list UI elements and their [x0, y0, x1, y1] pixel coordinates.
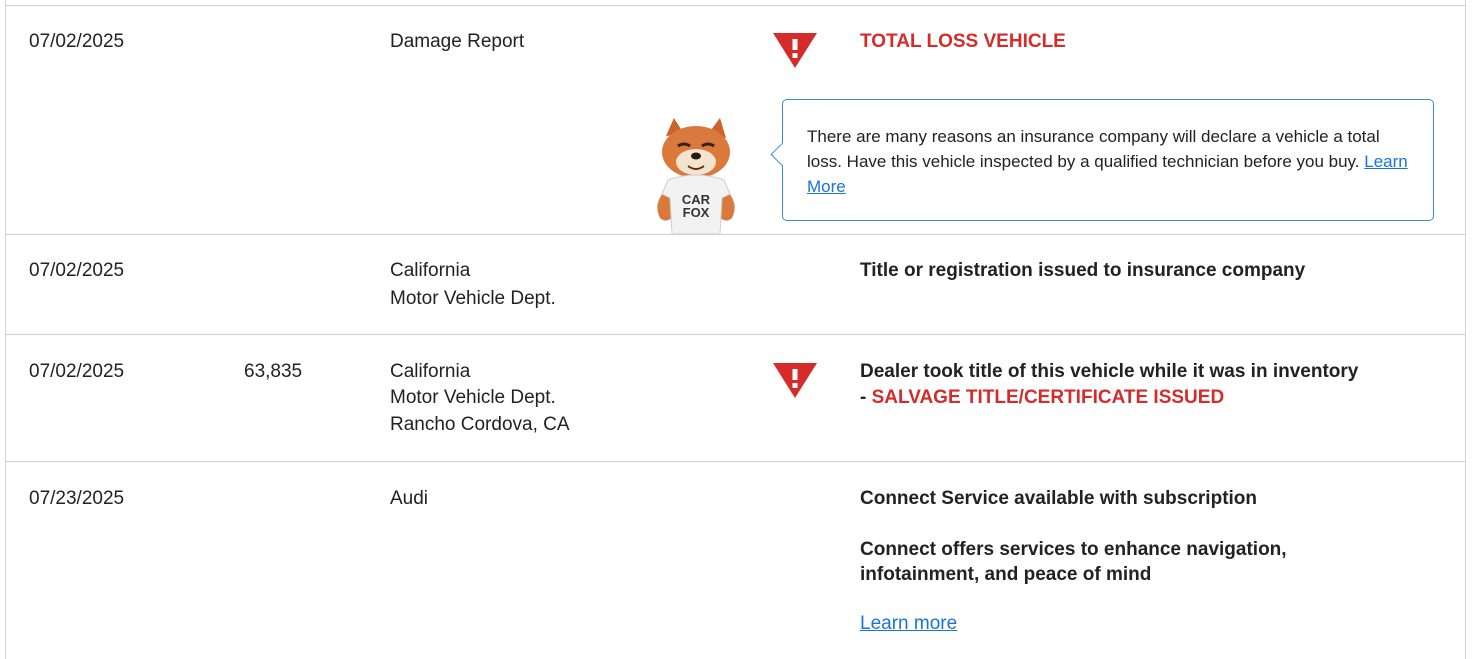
- total-loss-heading: TOTAL LOSS VEHICLE: [860, 31, 1066, 52]
- row-date: 07/23/2025: [29, 488, 125, 509]
- row-detail: Connect Service available with subscript…: [860, 488, 1258, 509]
- warning-triangle-icon: [773, 363, 817, 398]
- row-mileage: 63,835: [244, 361, 303, 382]
- row-source-line: Rancho Cordova, CA: [390, 414, 570, 435]
- tooltip-text: There are many reasons an insurance comp…: [807, 127, 1408, 196]
- learn-more-link[interactable]: Learn more: [860, 611, 957, 637]
- row-source-line: Motor Vehicle Dept.: [390, 288, 556, 309]
- row-divider: [5, 5, 1466, 6]
- row-divider: [5, 461, 1466, 462]
- salvage-title-text: SALVAGE TITLE/CERTIFICATE ISSUED: [871, 387, 1225, 408]
- row-source-line: Motor Vehicle Dept.: [390, 387, 556, 408]
- warning-triangle-icon: [773, 33, 817, 68]
- row-divider: [5, 234, 1466, 235]
- row-detail-line: Connect offers services to enhance navig…: [860, 539, 1287, 560]
- row-source-line: Audi: [390, 488, 429, 509]
- row-detail: Title or registration issued to insuranc…: [860, 260, 1306, 281]
- row-source: Damage Report: [390, 31, 525, 52]
- row-detail: Dealer took title of this vehicle while …: [860, 361, 1359, 382]
- row-date: 07/02/2025: [29, 361, 125, 382]
- carfox-mascot: CAR FOX: [657, 118, 735, 234]
- total-loss-tooltip: There are many reasons an insurance comp…: [770, 99, 1434, 221]
- row-source-line: California: [390, 260, 471, 281]
- row-date: 07/02/2025: [29, 260, 125, 281]
- svg-text:FOX: FOX: [683, 205, 710, 220]
- row-date: 07/02/2025: [29, 31, 125, 52]
- row-source-line: California: [390, 361, 471, 382]
- salvage-title-line: - SALVAGE TITLE/CERTIFICATE ISSUED: [860, 387, 1225, 408]
- row-detail-line: infotainment, and peace of mind: [860, 564, 1152, 585]
- row-divider: [5, 334, 1466, 335]
